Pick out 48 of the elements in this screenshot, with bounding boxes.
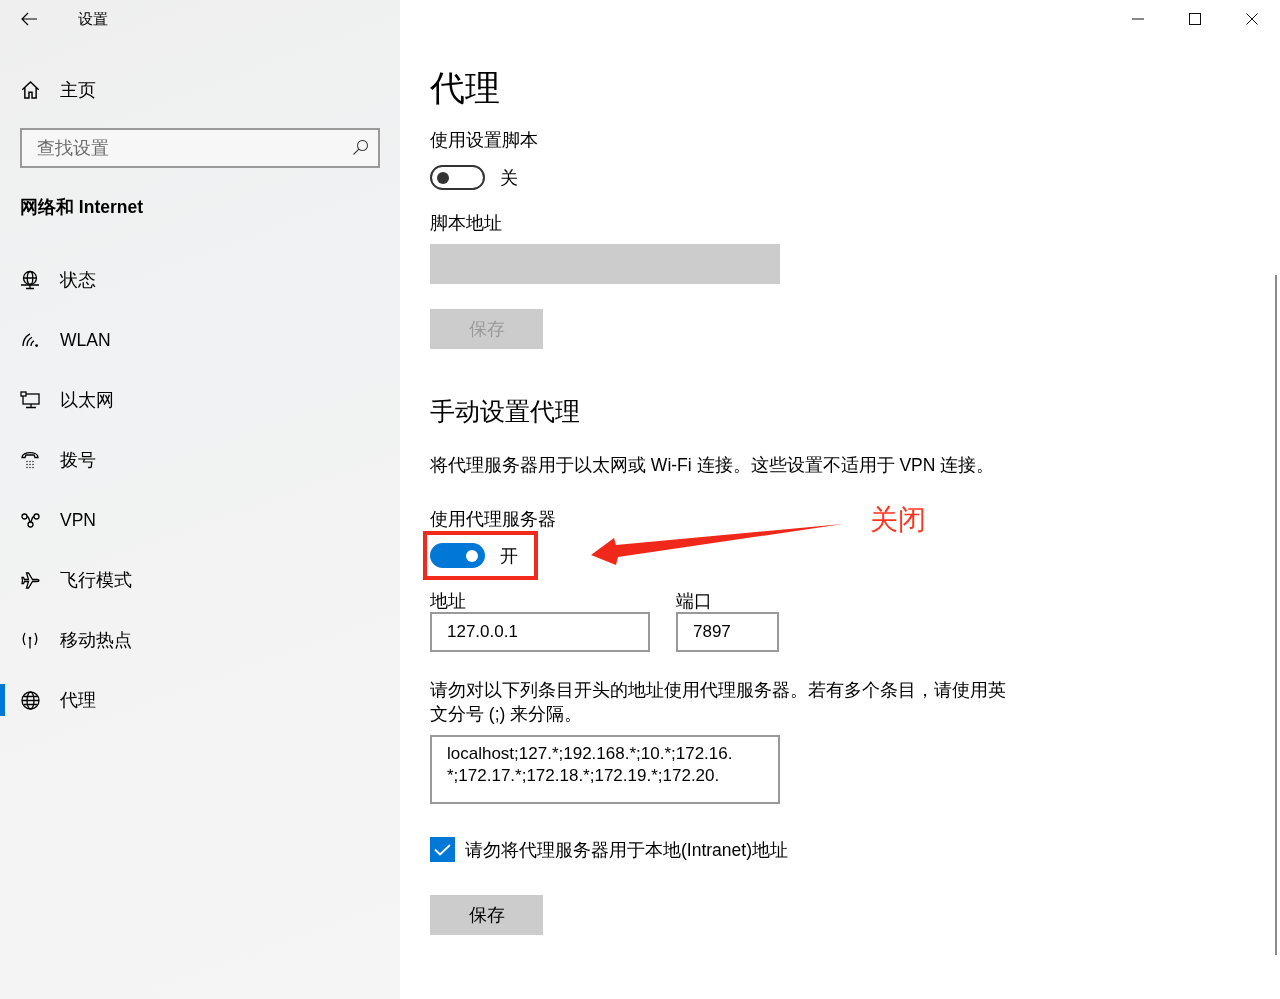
toggle-state-text: 开 (500, 544, 518, 568)
maximize-icon (1188, 13, 1201, 25)
field-label: 端口 (676, 590, 712, 612)
wifi-icon (21, 332, 39, 348)
checkbox[interactable] (430, 837, 455, 862)
annotation-label: 关闭 (870, 503, 926, 537)
sidebar-item[interactable]: 拨号 (0, 430, 400, 490)
page-title: 代理 (430, 67, 500, 109)
field-label: 脚本地址 (430, 212, 502, 235)
exceptions-field[interactable]: localhost;127.*;192.168.*;10.*;172.16. *;172.17.*;172.18.*;172.19.*;172.20. (430, 735, 780, 804)
sidebar-item[interactable]: WLAN (0, 310, 400, 370)
antenna-icon (21, 631, 39, 649)
field-label: 地址 (430, 590, 466, 612)
sidebar-item[interactable]: VPN (0, 490, 400, 550)
back-arrow-icon (21, 12, 37, 26)
search-field[interactable]: 查找设置 (20, 128, 380, 168)
save-button[interactable]: 保存 (430, 895, 543, 935)
address-field[interactable]: 127.0.0.1 (430, 612, 650, 652)
sidebar-item[interactable]: 以太网 (0, 370, 400, 430)
phone-icon (21, 451, 39, 469)
sidebar-item[interactable]: 飞行模式 (0, 550, 400, 610)
home-icon (21, 81, 40, 99)
checkbox-label: 请勿将代理服务器用于本地(Intranet)地址 (465, 838, 788, 862)
checkmark-icon (434, 843, 451, 856)
section-title: 网络和 Internet (20, 196, 144, 219)
sidebar-item[interactable]: 移动热点 (0, 610, 400, 670)
description-text: 请勿对以下列条目开头的地址使用代理服务器。若有多个条目，请使用英文分号 (;) 来分隔。 (430, 679, 1007, 726)
toggle-switch[interactable] (430, 165, 485, 190)
home-link[interactable]: 主页 (0, 70, 400, 110)
minimize-icon (1131, 18, 1144, 20)
scrollbar[interactable] (1275, 275, 1277, 955)
sidebar-item[interactable]: 代理 (0, 670, 400, 730)
search-icon (353, 140, 368, 155)
globe-icon (20, 690, 40, 710)
setting-label: 使用设置脚本 (430, 129, 538, 152)
port-field[interactable]: 7897 (676, 612, 779, 652)
airplane-icon (20, 571, 40, 589)
description-text: 将代理服务器用于以太网或 Wi-Fi 连接。这些设置不适用于 VPN 连接。 (430, 454, 995, 477)
monitor-icon (20, 391, 40, 409)
setting-label: 使用代理服务器 (430, 508, 556, 531)
globe-monitor-icon (20, 270, 40, 290)
toggle-switch[interactable] (430, 543, 485, 568)
section-heading: 手动设置代理 (430, 396, 580, 427)
close-icon (1245, 13, 1258, 25)
toggle-state-text: 关 (500, 166, 518, 190)
window-title: 设置 (78, 9, 108, 29)
linked-circles-icon (20, 512, 40, 528)
sidebar-item[interactable]: 状态 (0, 250, 400, 310)
